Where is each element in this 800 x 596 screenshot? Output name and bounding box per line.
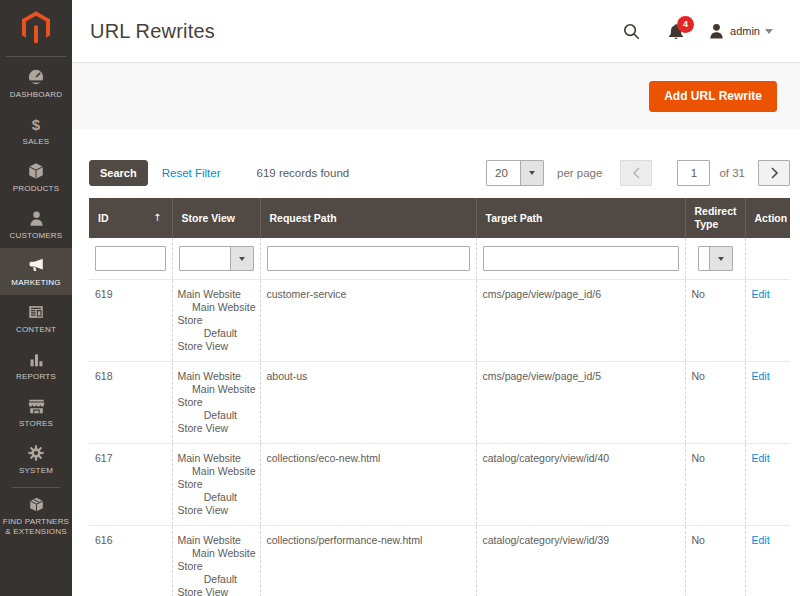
search-icon[interactable] bbox=[623, 23, 640, 40]
cell-target-path: catalog/category/view/id/39 bbox=[476, 526, 685, 596]
user-icon bbox=[709, 23, 724, 39]
magento-logo[interactable] bbox=[22, 9, 50, 45]
marketing-icon bbox=[27, 256, 46, 275]
column-header-target-path[interactable]: Target Path bbox=[476, 198, 685, 238]
previous-page-button[interactable] bbox=[620, 160, 652, 186]
sort-ascending-icon: ↑ bbox=[153, 211, 161, 224]
grid-controls: Search Reset Filter 619 records found 20… bbox=[89, 160, 790, 186]
sidebar-item-reports[interactable]: REPORTS bbox=[0, 342, 72, 389]
sidebar-item-find-partners-extensions[interactable]: FIND PARTNERS & EXTENSIONS bbox=[0, 488, 72, 544]
select-arrow-icon bbox=[520, 161, 543, 185]
grid-row: 618 Main Website Main Website Store Defa… bbox=[89, 362, 790, 444]
sidebar-item-marketing[interactable]: MARKETING bbox=[0, 248, 72, 295]
cell-id: 618 bbox=[89, 362, 172, 444]
total-pages-text: of 31 bbox=[719, 167, 745, 179]
cell-target-path: cms/page/view/page_id/5 bbox=[476, 362, 685, 444]
dashboard-icon bbox=[27, 68, 45, 87]
cell-redirect-type: No bbox=[685, 280, 745, 362]
cell-id: 617 bbox=[89, 444, 172, 526]
system-icon bbox=[27, 444, 45, 463]
page-number-input[interactable] bbox=[677, 160, 710, 186]
cell-request-path: collections/performance-new.html bbox=[260, 526, 476, 596]
grid-filter-row bbox=[89, 238, 790, 280]
select-arrow-icon bbox=[709, 247, 732, 270]
partners-icon bbox=[27, 495, 46, 514]
admin-menu[interactable]: admin bbox=[709, 23, 773, 39]
select-arrow-icon bbox=[230, 247, 253, 270]
filter-store-view-select[interactable] bbox=[179, 246, 254, 271]
per-page-label: per page bbox=[557, 167, 602, 179]
page-title: URL Rewrites bbox=[90, 20, 623, 43]
edit-link[interactable]: Edit bbox=[752, 452, 770, 464]
cell-store-view: Main Website Main Website Store Default … bbox=[176, 534, 254, 596]
cell-store-view: Main Website Main Website Store Default … bbox=[176, 452, 254, 517]
page-header: URL Rewrites 4 admin bbox=[72, 0, 800, 63]
content-icon bbox=[27, 303, 45, 322]
grid-row: 617 Main Website Main Website Store Defa… bbox=[89, 444, 790, 526]
sidebar-item-customers[interactable]: CUSTOMERS bbox=[0, 201, 72, 248]
page-actions-toolbar: Add URL Rewrite bbox=[72, 63, 800, 129]
cell-id: 616 bbox=[89, 526, 172, 596]
per-page-value: 20 bbox=[487, 161, 520, 185]
column-header-id[interactable]: ID↑ bbox=[89, 198, 172, 238]
cell-redirect-type: No bbox=[685, 444, 745, 526]
sidebar-item-products[interactable]: PRODUCTS bbox=[0, 154, 72, 201]
grid-row: 619 Main Website Main Website Store Defa… bbox=[89, 280, 790, 362]
edit-link[interactable]: Edit bbox=[752, 534, 770, 546]
sidebar-item-system[interactable]: SYSTEM bbox=[0, 436, 72, 483]
cell-request-path: collections/eco-new.html bbox=[260, 444, 476, 526]
column-header-request-path[interactable]: Request Path bbox=[260, 198, 476, 238]
cell-request-path: customer-service bbox=[260, 280, 476, 362]
sidebar-item-stores[interactable]: STORES bbox=[0, 389, 72, 436]
per-page-select[interactable]: 20 bbox=[486, 160, 544, 186]
cell-redirect-type: No bbox=[685, 362, 745, 444]
cell-store-view: Main Website Main Website Store Default … bbox=[176, 370, 254, 435]
next-page-button[interactable] bbox=[758, 160, 790, 186]
cell-store-view: Main Website Main Website Store Default … bbox=[176, 288, 254, 353]
column-header-redirect-type[interactable]: Redirect Type bbox=[685, 198, 745, 238]
reset-filter-link[interactable]: Reset Filter bbox=[162, 167, 221, 179]
edit-link[interactable]: Edit bbox=[752, 288, 770, 300]
edit-link[interactable]: Edit bbox=[752, 370, 770, 382]
filter-redirect-type-select[interactable] bbox=[698, 246, 733, 271]
sidebar-item-sales[interactable]: $ SALES bbox=[0, 107, 72, 154]
filter-request-path-input[interactable] bbox=[267, 246, 470, 271]
cell-id: 619 bbox=[89, 280, 172, 362]
reports-icon bbox=[28, 350, 45, 369]
search-button[interactable]: Search bbox=[89, 160, 148, 186]
products-icon bbox=[27, 162, 45, 181]
column-header-store-view[interactable]: Store View bbox=[172, 198, 260, 238]
sidebar-item-content[interactable]: CONTENT bbox=[0, 295, 72, 342]
cell-target-path: cms/page/view/page_id/6 bbox=[476, 280, 685, 362]
url-rewrites-grid: ID↑ Store View Request Path Target Path … bbox=[89, 198, 790, 596]
chevron-down-icon bbox=[765, 29, 773, 34]
sidebar-item-dashboard[interactable]: DASHBOARD bbox=[0, 60, 72, 107]
notifications-button[interactable]: 4 bbox=[668, 23, 684, 40]
records-found-text: 619 records found bbox=[257, 167, 350, 179]
cell-redirect-type: No bbox=[685, 526, 745, 596]
sidebar: DASHBOARD $ SALES PRODUCTS CUSTOMERS MAR… bbox=[0, 0, 72, 596]
column-header-action: Action bbox=[745, 198, 790, 238]
sidebar-divider bbox=[6, 56, 66, 57]
sales-icon: $ bbox=[32, 115, 40, 134]
cell-request-path: about-us bbox=[260, 362, 476, 444]
add-url-rewrite-button[interactable]: Add URL Rewrite bbox=[649, 81, 777, 112]
admin-username: admin bbox=[730, 25, 760, 37]
filter-id-input[interactable] bbox=[95, 246, 166, 271]
stores-icon bbox=[27, 397, 46, 416]
grid-row: 616 Main Website Main Website Store Defa… bbox=[89, 526, 790, 596]
customers-icon bbox=[28, 209, 45, 228]
cell-target-path: catalog/category/view/id/40 bbox=[476, 444, 685, 526]
filter-target-path-input[interactable] bbox=[483, 246, 679, 271]
notification-badge: 4 bbox=[677, 16, 694, 33]
